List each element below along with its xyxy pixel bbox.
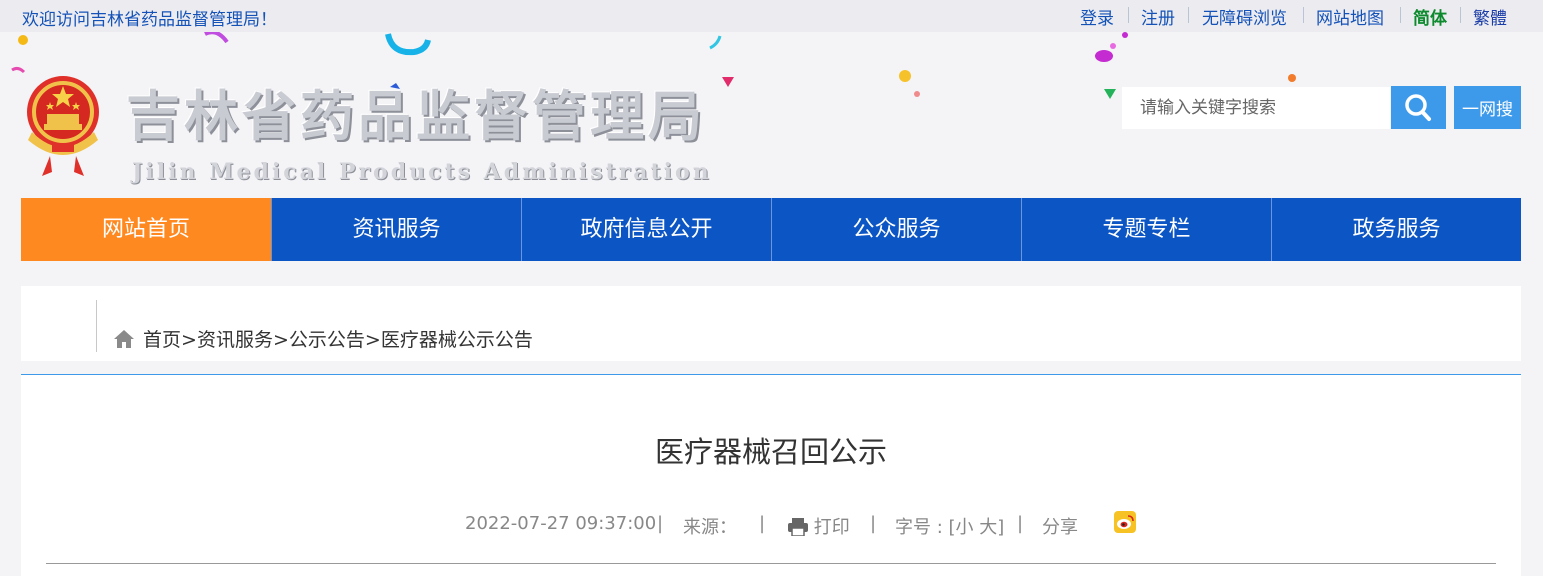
top-bar: 欢迎访问吉林省药品监督管理局！ 登录 注册 无障碍浏览 网站地图 简体 繁體: [0, 0, 1543, 32]
login-link[interactable]: 登录: [1080, 4, 1114, 29]
site-logo-chinese: 吉林省药品监督管理局: [126, 85, 706, 148]
nav-item-gov-services[interactable]: 政务服务: [1271, 198, 1521, 261]
sitemap-link[interactable]: 网站地图: [1316, 4, 1384, 29]
home-icon: [114, 330, 134, 348]
article-meta: 2022-07-27 09:37:00 | 来源： | 打印 | 字号 : [小…: [21, 511, 1521, 539]
welcome-text: 欢迎访问吉林省药品监督管理局！: [22, 10, 277, 30]
traditional-chinese-link[interactable]: 繁體: [1473, 4, 1507, 29]
nav-item-home[interactable]: 网站首页: [21, 198, 271, 261]
print-label: 打印: [813, 517, 850, 538]
font-size-control[interactable]: 字号 : [小 大]: [895, 513, 1004, 539]
source-label: 来源：: [683, 517, 737, 538]
publish-datetime: 2022-07-27 09:37:00: [465, 513, 657, 534]
article-title: 医疗器械召回公示: [654, 435, 887, 469]
divider: [96, 300, 97, 352]
breadcrumb-separator: >: [272, 329, 289, 351]
weibo-share-button[interactable]: [1114, 511, 1136, 538]
nav-item-public-services[interactable]: 公众服务: [771, 198, 1021, 261]
search-button[interactable]: [1391, 86, 1446, 129]
breadcrumb: 首页>资讯服务>公示公告>医疗器械公示公告: [113, 325, 533, 352]
nav-item-gov-info-disclosure[interactable]: 政府信息公开: [521, 198, 771, 261]
breadcrumb-separator: >: [181, 329, 197, 351]
divider: [1188, 7, 1189, 23]
divider: [1128, 7, 1129, 23]
breadcrumb-home[interactable]: 首页: [143, 329, 181, 351]
breadcrumb-info-services[interactable]: 资讯服务: [197, 329, 273, 351]
article-panel: 医疗器械召回公示 2022-07-27 09:37:00 | 来源： | 打印 …: [21, 374, 1521, 576]
printer-icon: [788, 518, 808, 537]
national-emblem-logo: [27, 76, 99, 176]
meta-divider: |: [1017, 513, 1024, 534]
accessible-browse-link[interactable]: 无障碍浏览: [1202, 4, 1287, 29]
site-header: 吉林省药品监督管理局 Jilin Medical Products Admini…: [0, 32, 1543, 192]
breadcrumb-panel: 首页>资讯服务>公示公告>医疗器械公示公告: [21, 286, 1521, 361]
meta-divider: |: [759, 513, 766, 534]
divider: [1400, 7, 1401, 23]
simplified-chinese-link[interactable]: 简体: [1413, 4, 1447, 29]
weibo-icon: [1114, 511, 1136, 533]
search-input[interactable]: [1122, 87, 1390, 129]
meta-divider: |: [657, 513, 664, 534]
nav-item-special-topics[interactable]: 专题专栏: [1021, 198, 1271, 261]
one-network-search-button[interactable]: 一网搜: [1454, 86, 1521, 129]
divider: [1460, 7, 1461, 23]
site-logo-english: Jilin Medical Products Administration: [132, 159, 712, 185]
breadcrumb-separator: >: [364, 329, 381, 351]
share-label: 分享: [1042, 517, 1078, 538]
breadcrumb-device-announcements[interactable]: 医疗器械公示公告: [381, 329, 533, 351]
meta-divider: |: [870, 513, 877, 534]
register-link[interactable]: 注册: [1141, 4, 1175, 29]
search-icon: [1405, 94, 1431, 121]
main-nav: 网站首页 资讯服务 政府信息公开 公众服务 专题专栏 政务服务: [21, 198, 1521, 261]
print-button[interactable]: 打印: [788, 513, 850, 539]
divider: [46, 563, 1496, 564]
nav-item-info-services[interactable]: 资讯服务: [271, 198, 521, 261]
breadcrumb-announcements[interactable]: 公示公告: [289, 329, 365, 351]
divider: [1303, 7, 1304, 23]
